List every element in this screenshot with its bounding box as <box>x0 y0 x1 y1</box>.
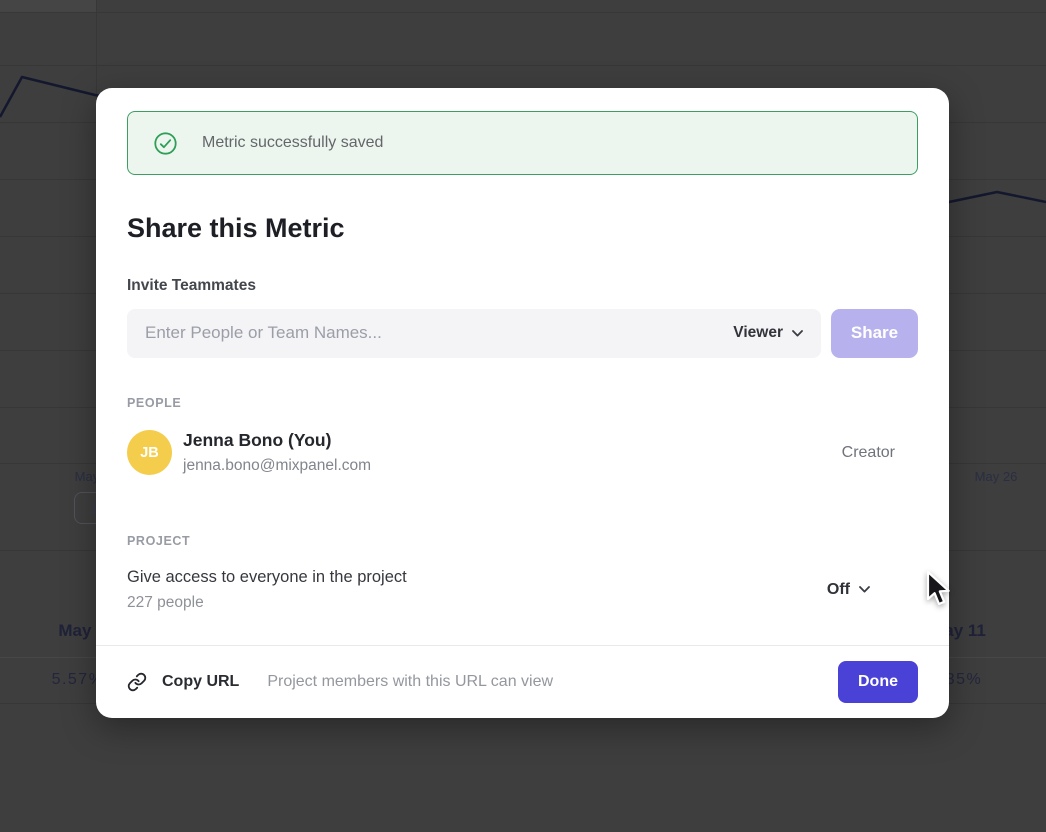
chevron-down-icon <box>792 330 803 337</box>
table-value: 35% <box>946 671 983 689</box>
person-row: JB Jenna Bono (You) jenna.bono@mixpanel.… <box>127 430 918 475</box>
link-icon <box>127 672 147 692</box>
copy-url-button[interactable]: Copy URL <box>127 672 239 692</box>
check-circle-icon <box>154 132 177 155</box>
share-metric-modal: Metric successfully saved Share this Met… <box>96 88 949 718</box>
project-people-count: 227 people <box>127 595 827 611</box>
chevron-down-icon <box>859 586 870 593</box>
avatar: JB <box>127 430 172 475</box>
screen: May 19 May 26 1 May 5 May 11 5.57% 35% M… <box>0 0 1046 832</box>
project-access-value: Off <box>827 581 850 599</box>
project-section-heading: PROJECT <box>127 535 918 548</box>
person-email: jenna.bono@mixpanel.com <box>183 458 842 474</box>
x-axis-label: May 26 <box>975 469 1018 484</box>
share-button[interactable]: Share <box>831 309 918 358</box>
role-dropdown[interactable]: Viewer <box>733 324 803 342</box>
invite-teammates-label: Invite Teammates <box>127 278 918 294</box>
done-button[interactable]: Done <box>838 661 918 703</box>
success-toast: Metric successfully saved <box>127 111 918 175</box>
person-info: Jenna Bono (You) jenna.bono@mixpanel.com <box>183 432 842 474</box>
person-name: Jenna Bono (You) <box>183 432 842 450</box>
modal-footer: Copy URL Project members with this URL c… <box>96 645 949 718</box>
url-permission-hint: Project members with this URL can view <box>267 673 838 691</box>
project-access-title: Give access to everyone in the project <box>127 569 827 586</box>
toast-message: Metric successfully saved <box>202 134 383 152</box>
project-access-row: Give access to everyone in the project 2… <box>127 569 918 611</box>
role-dropdown-value: Viewer <box>733 324 783 342</box>
invite-row: Viewer Share <box>127 309 918 358</box>
project-access-dropdown[interactable]: Off <box>827 581 918 599</box>
modal-title: Share this Metric <box>127 215 918 242</box>
people-section-heading: PEOPLE <box>127 397 918 410</box>
invite-input-container[interactable]: Viewer <box>127 309 821 358</box>
invite-people-input[interactable] <box>143 322 733 344</box>
project-access-info: Give access to everyone in the project 2… <box>127 569 827 611</box>
person-role-label: Creator <box>842 444 918 462</box>
copy-url-label: Copy URL <box>162 673 239 691</box>
